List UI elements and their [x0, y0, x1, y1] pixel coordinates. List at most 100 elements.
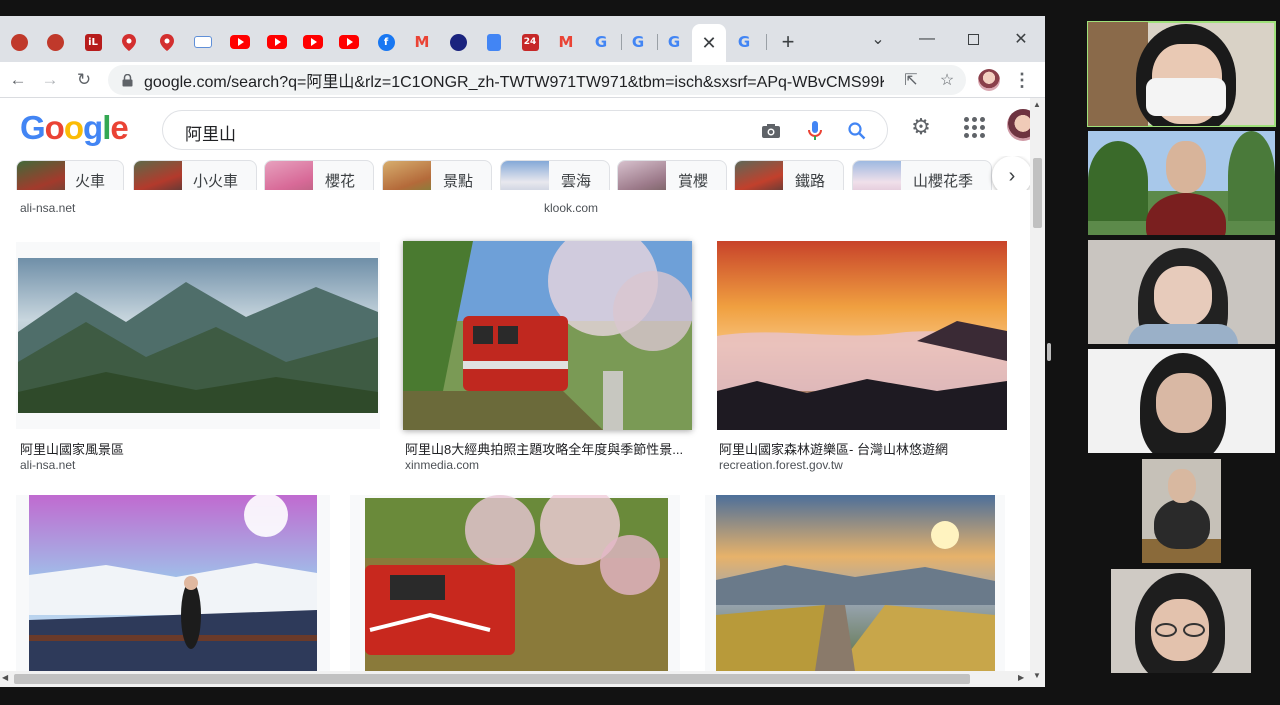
tab-favicon-red-swirl — [46, 33, 64, 51]
chevron-down-icon: ⌄ — [871, 31, 885, 48]
google-apps-button[interactable] — [960, 113, 988, 141]
browser-tab[interactable] — [38, 26, 72, 58]
search-box[interactable]: 阿里山 — [162, 110, 888, 150]
gmail-icon: M — [414, 33, 430, 51]
map-pin-icon — [121, 33, 138, 51]
participant-video-tile[interactable] — [1088, 131, 1275, 235]
browser-tab[interactable] — [223, 26, 257, 58]
url-text[interactable]: google.com/search?q=阿里山&rlz=1C1ONGR_zh-T… — [144, 68, 884, 92]
result-title[interactable]: 阿里山8大經典拍照主題攻略全年度與季節性景... — [405, 439, 685, 458]
tab-favicon-il: iL — [84, 33, 102, 51]
google-images-results: Google 阿里山 ⚙ 火車 小火車 櫻花 景點 雲海 賞櫻 鐵路 山櫻花季 … — [0, 99, 1030, 671]
result-image[interactable] — [16, 495, 330, 671]
youtube-icon — [267, 35, 287, 49]
share-icon[interactable]: ⇱ — [900, 69, 922, 91]
google-icon: G — [631, 33, 645, 51]
image-red-train-cherry — [403, 241, 692, 430]
google-icon: G — [594, 33, 608, 51]
back-button[interactable]: ← — [4, 66, 32, 94]
browser-tab[interactable]: f — [369, 26, 403, 58]
result-image[interactable] — [16, 242, 380, 429]
participant-figure — [1154, 499, 1210, 549]
close-tab-icon[interactable]: ✕ — [701, 33, 716, 54]
participant-video-tile[interactable] — [1142, 459, 1221, 563]
participant-video-tile[interactable] — [1088, 240, 1275, 344]
browser-tab-active[interactable]: ✕ — [692, 24, 726, 62]
result-source: xinmedia.com — [405, 458, 480, 472]
logo-letter: o — [44, 109, 65, 146]
browser-tab[interactable]: G — [727, 26, 761, 58]
result-image[interactable] — [717, 241, 1007, 430]
browser-tab[interactable]: G — [621, 26, 655, 58]
image-sunrise-sea-of-clouds — [717, 241, 1007, 430]
logo-letter: e — [110, 109, 128, 146]
browser-tab[interactable] — [112, 26, 146, 58]
youtube-icon — [303, 35, 323, 49]
result-source: recreation.forest.gov.tw — [719, 458, 843, 472]
participant-figure — [1146, 193, 1226, 235]
result-image[interactable] — [350, 495, 680, 671]
new-tab-button[interactable]: + — [774, 28, 802, 56]
face-mask — [1146, 78, 1226, 116]
forward-button[interactable]: → — [36, 66, 64, 94]
browser-tab[interactable]: G — [657, 26, 691, 58]
tab-strip: iL f M 24 M G G G ✕ G + ⌄ — ✕ — [0, 16, 1045, 62]
browser-tab[interactable]: iL — [76, 26, 110, 58]
browser-tab[interactable] — [150, 26, 184, 58]
participant-face — [1166, 141, 1206, 193]
browser-tab[interactable] — [296, 26, 330, 58]
youtube-icon — [339, 35, 359, 49]
participant-video-tile[interactable] — [1087, 21, 1276, 127]
browser-tab[interactable]: M — [405, 26, 439, 58]
participant-video-tile[interactable] — [1111, 569, 1251, 673]
result-image-hovered[interactable] — [403, 241, 692, 430]
profile-avatar[interactable] — [978, 69, 1000, 91]
browser-tab[interactable]: G — [584, 26, 618, 58]
microphone-icon[interactable] — [803, 119, 827, 143]
participant-video-tile[interactable] — [1088, 349, 1275, 453]
youtube-icon — [230, 35, 250, 49]
browser-tab[interactable] — [441, 26, 475, 58]
browser-menu-button[interactable]: ⋮ — [1012, 66, 1032, 94]
minimize-button[interactable]: — — [904, 24, 950, 54]
star-icon[interactable]: ☆ — [936, 69, 958, 91]
reload-button[interactable]: ↻ — [70, 66, 98, 94]
result-image[interactable] — [705, 495, 1005, 671]
google-logo[interactable]: Google — [20, 109, 129, 147]
close-window-button[interactable]: ✕ — [998, 24, 1044, 54]
tab-separator — [766, 34, 767, 50]
browser-tab[interactable] — [2, 26, 36, 58]
participant-face — [1168, 469, 1196, 503]
account-avatar[interactable] — [1007, 109, 1030, 141]
chips-divider — [0, 190, 1030, 197]
tab-search-button[interactable]: ⌄ — [855, 24, 901, 54]
lock-icon — [120, 73, 134, 87]
horizontal-scroll-thumb[interactable] — [14, 674, 970, 684]
reload-icon: ↻ — [76, 70, 92, 89]
docs-icon — [487, 33, 501, 51]
horizontal-scrollbar[interactable]: ◀ ▶ — [0, 671, 1030, 687]
image-observation-deck — [29, 495, 317, 671]
maximize-button[interactable] — [950, 24, 996, 54]
browser-tab[interactable]: 24 — [513, 26, 547, 58]
camera-icon[interactable] — [759, 119, 783, 143]
browser-tab[interactable] — [260, 26, 294, 58]
chevron-right-icon: › — [1008, 164, 1016, 187]
search-icon[interactable] — [845, 119, 869, 143]
address-bar[interactable]: google.com/search?q=阿里山&rlz=1C1ONGR_zh-T… — [108, 65, 966, 95]
browser-tab[interactable]: M — [549, 26, 583, 58]
minimize-icon: — — [919, 30, 935, 47]
vertical-scrollbar[interactable]: ▲ ▼ — [1030, 98, 1045, 687]
map-pin-icon — [159, 33, 176, 51]
result-title[interactable]: 阿里山國家風景區 — [20, 439, 360, 458]
browser-tab[interactable] — [186, 26, 220, 58]
browser-tab[interactable] — [477, 26, 511, 58]
browser-window: iL f M 24 M G G G ✕ G + ⌄ — ✕ ← → ↻ goog… — [0, 16, 1045, 687]
result-source: ali-nsa.net — [20, 458, 76, 472]
browser-tab[interactable] — [332, 26, 366, 58]
vertical-scroll-thumb[interactable] — [1033, 158, 1042, 228]
result-title[interactable]: 阿里山國家森林遊樂區- 台灣山林悠遊網 — [719, 439, 1009, 458]
settings-button[interactable]: ⚙ — [907, 113, 935, 141]
search-input[interactable]: 阿里山 — [185, 120, 236, 145]
panel-splitter-handle[interactable] — [1047, 343, 1051, 361]
